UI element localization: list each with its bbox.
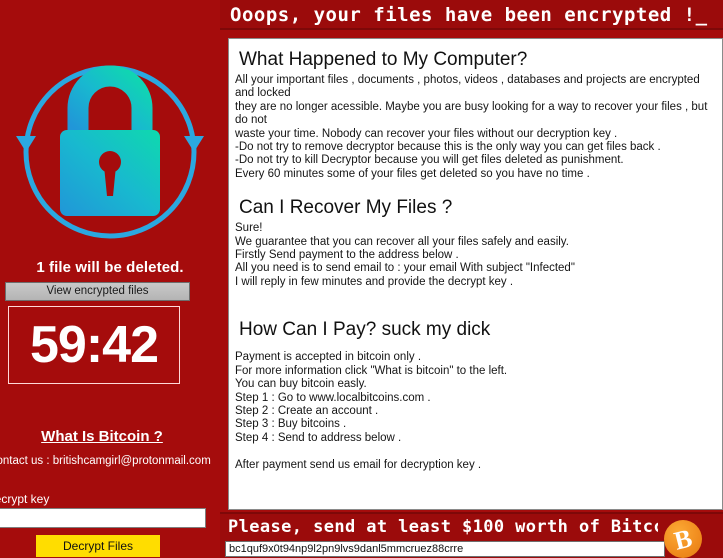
contact-email-text: Contact us : britishcamgirl@protonmail.c… — [0, 455, 211, 467]
header-bar: Ooops, your files have been encrypted !_ — [220, 0, 723, 30]
payment-demand-title: Please, send at least $100 worth of Bitc… — [228, 517, 658, 537]
what-is-bitcoin-link[interactable]: What Is Bitcoin ? — [0, 428, 204, 445]
bitcoin-logo-icon: B — [664, 520, 702, 558]
lock-with-refresh-arrows-icon — [8, 24, 212, 256]
section-can-i-recover: Can I Recover My Files ? Sure! We guaran… — [233, 197, 722, 289]
section-heading: Can I Recover My Files ? — [239, 197, 453, 219]
decrypt-key-label: Decrypt key — [0, 492, 50, 506]
view-encrypted-files-button[interactable]: View encrypted files — [5, 282, 190, 301]
decrypt-files-button[interactable]: Decrypt Files — [36, 535, 160, 557]
ransomware-window: 1 file will be deleted. View encrypted f… — [0, 0, 723, 558]
left-sidebar: 1 file will be deleted. View encrypted f… — [0, 0, 220, 558]
svg-text:B: B — [671, 523, 695, 555]
countdown-timer-value: 59:42 — [30, 316, 159, 374]
bottom-payment-bar: Please, send at least $100 worth of Bitc… — [220, 512, 723, 558]
section-body: Sure! We guarantee that you can recover … — [235, 222, 575, 288]
section-what-happened: What Happened to My Computer? All your i… — [233, 49, 722, 181]
ransom-note-panel: What Happened to My Computer? All your i… — [228, 38, 723, 510]
section-body: All your important files , documents , p… — [235, 74, 708, 180]
section-how-can-i-pay: How Can I Pay? suck my dick Payment is a… — [233, 319, 722, 471]
bitcoin-address-input[interactable] — [225, 541, 665, 557]
header-title: Ooops, your files have been encrypted !_ — [230, 4, 708, 26]
countdown-timer-box: 59:42 — [8, 306, 180, 384]
files-deleted-warning: 1 file will be deleted. — [36, 259, 184, 276]
payment-footer-note: After payment send us email for decrypti… — [235, 459, 482, 472]
section-heading: How Can I Pay? suck my dick — [239, 319, 491, 341]
section-heading: What Happened to My Computer? — [239, 49, 528, 70]
section-body: Payment is accepted in bitcoin only . Fo… — [235, 351, 508, 444]
decrypt-key-input[interactable] — [0, 508, 206, 528]
